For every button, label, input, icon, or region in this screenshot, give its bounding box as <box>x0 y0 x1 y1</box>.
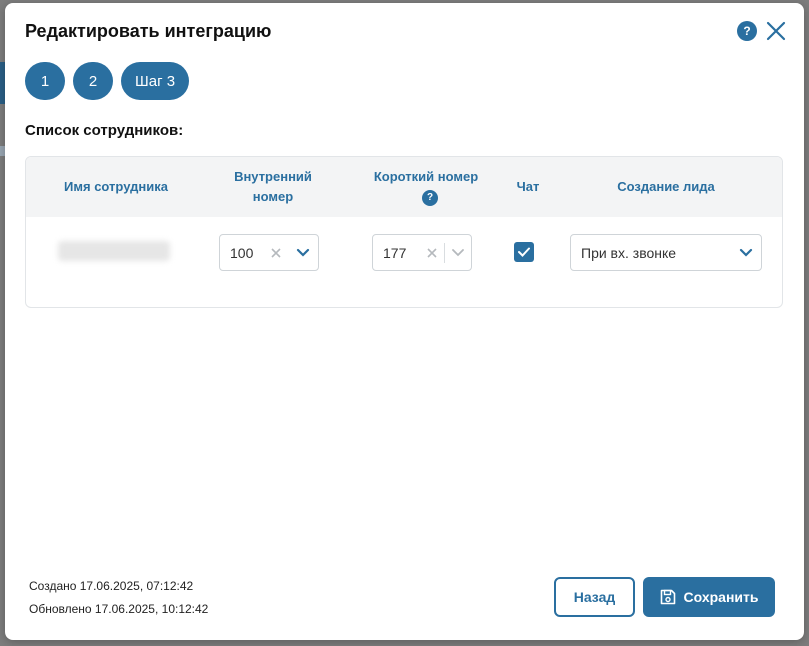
column-header-lead-creation-label: Создание лида <box>617 179 715 194</box>
close-icon[interactable] <box>765 20 787 42</box>
help-icon[interactable]: ? <box>737 21 757 41</box>
step-1-button[interactable]: 1 <box>25 62 65 100</box>
save-button[interactable]: Сохранить <box>643 577 775 617</box>
lead-creation-select[interactable]: При вх. звонке <box>570 234 762 271</box>
chat-checkbox[interactable] <box>514 242 534 262</box>
step-2-button[interactable]: 2 <box>73 62 113 100</box>
column-header-short-number: Короткий номер? <box>371 157 481 217</box>
employees-section-title: Список сотрудников: <box>25 122 184 139</box>
modal-title: Редактировать интеграцию <box>25 21 272 41</box>
clear-icon[interactable] <box>264 247 288 258</box>
edit-integration-modal: Редактировать интеграцию ? 1 2 Шаг 3 Спи… <box>5 3 804 640</box>
short-number-value: 177 <box>383 244 407 261</box>
updated-timestamp: Обновлено 17.06.2025, 10:12:42 <box>29 602 209 616</box>
column-header-chat-label: Чат <box>516 179 540 194</box>
lead-creation-value: При вх. звонке <box>581 244 677 261</box>
chevron-down-icon[interactable] <box>445 248 471 258</box>
save-button-label: Сохранить <box>683 589 759 605</box>
column-header-internal-number-label: Внутренний номер <box>234 169 312 204</box>
column-header-short-number-label: Короткий номер <box>373 169 479 184</box>
column-header-name: Имя сотрудника <box>46 157 186 217</box>
column-header-internal-number: Внутренний номер <box>218 157 328 217</box>
created-timestamp: Создано 17.06.2025, 07:12:42 <box>29 579 194 593</box>
clear-icon[interactable] <box>420 247 444 258</box>
chevron-down-icon[interactable] <box>288 248 318 258</box>
checkmark-icon <box>518 247 530 257</box>
floppy-disk-icon <box>660 589 675 605</box>
internal-number-select[interactable]: 100 <box>219 234 319 271</box>
step-3-button[interactable]: Шаг 3 <box>121 62 190 100</box>
employee-name-blurred <box>58 241 170 261</box>
column-header-lead-creation: Создание лида <box>586 157 746 217</box>
chevron-down-icon[interactable] <box>731 248 761 258</box>
internal-number-value: 100 <box>230 244 254 261</box>
column-header-chat: Чат <box>502 157 554 217</box>
help-icon[interactable]: ? <box>422 189 438 206</box>
employees-table: Имя сотрудника Внутренний номер Короткий… <box>25 156 783 308</box>
column-header-name-label: Имя сотрудника <box>64 179 168 194</box>
back-button-label: Назад <box>573 589 616 605</box>
employees-table-header: Имя сотрудника Внутренний номер Короткий… <box>26 157 782 217</box>
short-number-select[interactable]: 177 <box>372 234 472 271</box>
wizard-steps: 1 2 Шаг 3 <box>25 62 190 100</box>
back-button[interactable]: Назад <box>554 577 635 617</box>
